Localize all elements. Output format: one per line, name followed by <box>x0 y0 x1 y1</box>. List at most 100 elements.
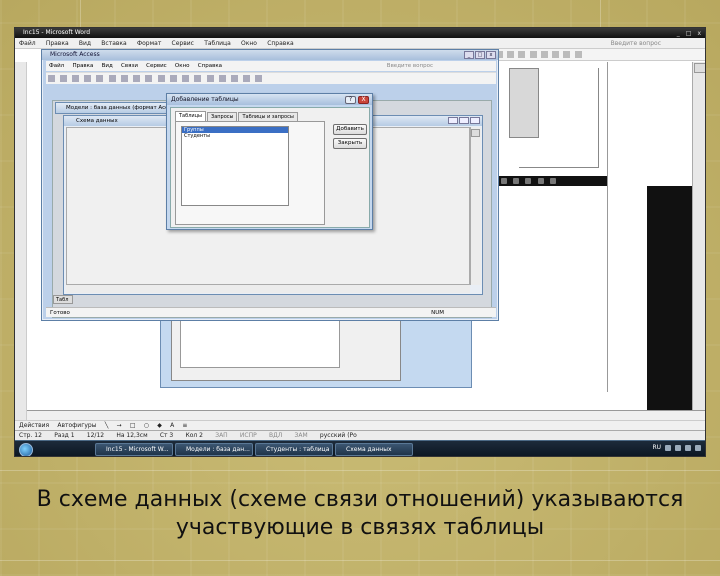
access-menu-item[interactable]: Справка <box>195 61 225 71</box>
word-menu-item[interactable]: Правка <box>42 38 73 49</box>
word-menu-bar: Файл Правка Вид Вставка Формат Сервис Та… <box>15 38 705 49</box>
tray-icon[interactable] <box>685 444 691 451</box>
decor-line <box>600 0 601 27</box>
word-menu-item[interactable]: Вставка <box>97 38 130 49</box>
toolbar-icon[interactable] <box>574 51 582 58</box>
close-icon[interactable] <box>470 117 480 124</box>
access-menu-item[interactable]: Правка <box>69 61 96 71</box>
schema-window-controls <box>448 117 480 124</box>
close-icon[interactable]: x <box>486 51 496 59</box>
word-title-text: Inc15 - Microsoft Word <box>23 29 91 36</box>
tray-icon[interactable] <box>665 444 671 451</box>
taskbar-button[interactable]: Студенты : таблица <box>255 443 333 456</box>
toolbar-icon[interactable] <box>529 51 537 58</box>
word-vertical-scrollbar[interactable] <box>692 62 705 427</box>
list-item[interactable]: Студенты <box>182 133 288 139</box>
schema-horizontal-scrollbar[interactable] <box>66 284 470 293</box>
start-button-icon[interactable] <box>19 443 33 456</box>
maximize-icon[interactable] <box>459 117 469 124</box>
scroll-thumb[interactable] <box>471 129 480 137</box>
tab-tables-and-queries[interactable]: Таблицы и запросы <box>238 112 298 121</box>
tray-icon <box>537 178 544 184</box>
word-menu-item[interactable]: Таблица <box>200 38 235 49</box>
toolbar-icon[interactable] <box>518 51 526 58</box>
access-menu-bar: Файл Правка Вид Связи Сервис Окно Справк… <box>46 61 496 71</box>
decor-line <box>80 0 81 27</box>
toolbar-icon[interactable] <box>133 75 141 82</box>
word-menu-item[interactable]: Сервис <box>168 38 198 49</box>
tray-icon <box>513 178 520 184</box>
access-menu-item[interactable]: Сервис <box>143 61 170 71</box>
vertical-ruler <box>15 62 27 427</box>
minimize-icon[interactable]: _ <box>464 51 474 59</box>
add-button[interactable]: Добавить <box>333 124 367 135</box>
toolbar-icon[interactable] <box>563 51 571 58</box>
toolbar-icon[interactable] <box>157 75 165 82</box>
dialog-controls: ? X <box>345 96 369 104</box>
toolbar-icon[interactable] <box>218 75 226 82</box>
toolbar-icon[interactable] <box>231 75 239 82</box>
access-status-bar: Готово NUM <box>46 307 496 317</box>
taskbar-button[interactable]: Модели : база дан... <box>175 443 253 456</box>
access-title-bar: Microsoft Access _ □ x <box>42 50 498 60</box>
tab-tables[interactable]: Таблицы <box>175 111 206 121</box>
toolbar-icon[interactable] <box>194 75 202 82</box>
access-menu-item[interactable]: Связи <box>118 61 141 71</box>
close-icon[interactable]: X <box>358 96 369 104</box>
toolbar-icon[interactable] <box>540 51 548 58</box>
toolbar-icon[interactable] <box>59 75 67 82</box>
access-search-hint[interactable]: Введите вопрос <box>384 61 436 71</box>
word-menu-item[interactable]: Справка <box>263 38 297 49</box>
access-menu-item[interactable]: Вид <box>99 61 116 71</box>
access-menu-item[interactable]: Файл <box>46 61 67 71</box>
toolbar-icon[interactable] <box>507 51 515 58</box>
caption-line: В схеме данных (схеме связи отношений) у… <box>36 487 684 512</box>
background-taskbar-strip <box>499 176 607 186</box>
word-status-bar: Стр. 12 Разд 1 12/12 На 12,3см Ст 3 Кол … <box>15 430 705 440</box>
word-search-hint[interactable]: Введите вопрос <box>607 38 665 49</box>
dark-margin <box>647 186 692 410</box>
access-menu-item[interactable]: Окно <box>172 61 193 71</box>
toolbar-icon[interactable] <box>182 75 190 82</box>
toolbar-icon[interactable] <box>145 75 153 82</box>
toolbar-icon[interactable] <box>206 75 214 82</box>
table-list[interactable]: Группы Студенты <box>181 126 289 206</box>
tray-icon[interactable] <box>675 444 681 451</box>
dialog-title-bar: Добавление таблицы ? X <box>167 94 372 105</box>
help-icon[interactable]: ? <box>345 96 356 104</box>
tray-icon <box>501 178 507 184</box>
taskbar-button[interactable]: Схема данных <box>335 443 413 456</box>
tab-queries[interactable]: Запросы <box>207 112 238 121</box>
decor-line <box>0 470 720 471</box>
word-horizontal-scrollbar[interactable] <box>27 410 705 420</box>
windows-taskbar: Inc15 - Microsoft W... Модели : база дан… <box>15 440 705 456</box>
decor-line <box>0 560 720 561</box>
maximize-icon[interactable]: □ <box>475 51 485 59</box>
document-page <box>607 62 647 392</box>
language-indicator[interactable]: RU <box>652 444 661 451</box>
word-menu-item[interactable]: Окно <box>237 38 261 49</box>
toolbar-icon[interactable] <box>120 75 128 82</box>
drawing-toolbar: Действия Автофигуры ╲ → □ ○ ◆ A ≡ <box>15 420 705 430</box>
minimize-icon[interactable] <box>448 117 458 124</box>
close-button[interactable]: Закрыть <box>333 138 367 149</box>
toolbar-icon[interactable] <box>243 75 251 82</box>
word-menu-item[interactable]: Формат <box>133 38 165 49</box>
toolbar-icon[interactable] <box>108 75 116 82</box>
scroll-up-icon[interactable] <box>694 63 705 73</box>
toolbar-icon[interactable] <box>169 75 177 82</box>
caption-line: участвующие в связях таблицы <box>175 515 545 540</box>
word-menu-item[interactable]: Вид <box>75 38 95 49</box>
toolbar-icon[interactable] <box>71 75 79 82</box>
toolbar-icon[interactable] <box>552 51 560 58</box>
word-menu-item[interactable]: Файл <box>15 38 40 49</box>
object-tab[interactable]: Табл <box>53 295 73 304</box>
toolbar-icon[interactable] <box>84 75 92 82</box>
tray-icon[interactable] <box>695 444 701 451</box>
toolbar-icon[interactable] <box>47 75 55 82</box>
toolbar-icon[interactable] <box>96 75 104 82</box>
schema-vertical-scrollbar[interactable] <box>470 127 481 285</box>
toolbar-icon[interactable] <box>255 75 263 82</box>
taskbar-button[interactable]: Inc15 - Microsoft W... <box>95 443 173 456</box>
background-panel <box>519 68 599 168</box>
